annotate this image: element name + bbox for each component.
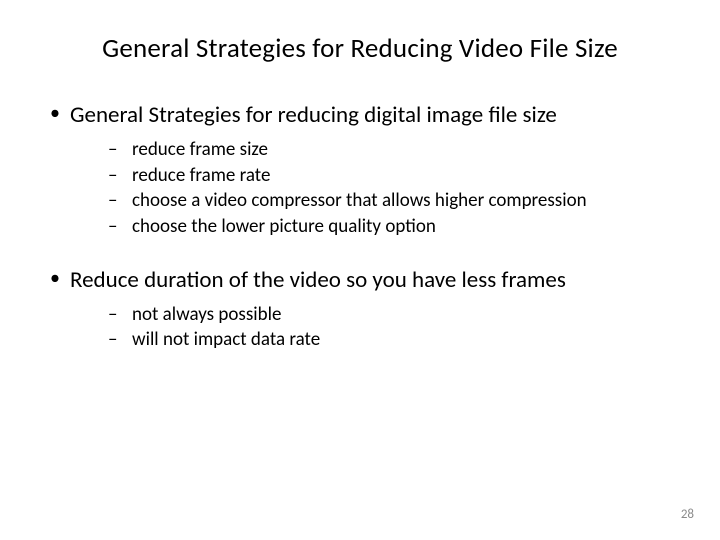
sub-list: not always possible will not impact data… [108, 302, 680, 353]
sub-list-item-text: not always possible [132, 303, 281, 326]
sub-list-item: not always possible [108, 302, 680, 328]
sub-list-item: choose a video compressor that allows hi… [108, 188, 680, 214]
list-item-text: Reduce duration of the video so you have… [70, 266, 566, 294]
sub-list-item-text: will not impact data rate [132, 328, 320, 351]
page-number: 28 [681, 507, 694, 522]
sub-list-item: choose the lower picture quality option [108, 214, 680, 240]
sub-list-item-text: reduce frame size [132, 138, 268, 161]
sub-list-item-text: reduce frame rate [132, 164, 270, 187]
slide-title: General Strategies for Reducing Video Fi… [40, 32, 680, 65]
list-item-text: General Strategies for reducing digital … [70, 101, 557, 129]
list-item: General Strategies for reducing digital … [46, 101, 680, 240]
sub-list-item-text: choose the lower picture quality option [132, 215, 436, 238]
sub-list-item: reduce frame rate [108, 163, 680, 189]
slide: General Strategies for Reducing Video Fi… [0, 0, 720, 540]
sub-list-item: will not impact data rate [108, 327, 680, 353]
bullet-list: General Strategies for reducing digital … [46, 101, 680, 353]
sub-list-item: reduce frame size [108, 137, 680, 163]
sub-list: reduce frame size reduce frame rate choo… [108, 137, 680, 240]
list-item: Reduce duration of the video so you have… [46, 266, 680, 353]
sub-list-item-text: choose a video compressor that allows hi… [132, 189, 587, 212]
